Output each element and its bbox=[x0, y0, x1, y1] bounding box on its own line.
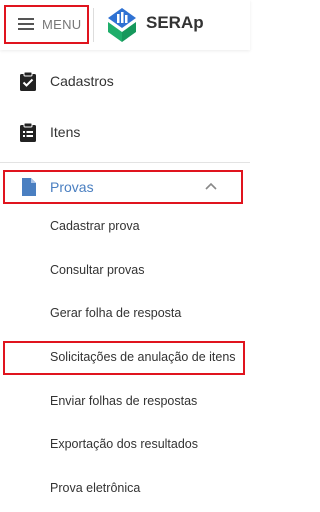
document-icon bbox=[22, 178, 36, 196]
sidebar-item-label: Cadastros bbox=[50, 73, 114, 89]
submenu-item-enviar-folhas[interactable]: Enviar folhas de respostas bbox=[0, 387, 250, 417]
menu-label: MENU bbox=[42, 16, 82, 32]
submenu-item-label: Solicitações de anulação de itens bbox=[50, 350, 236, 364]
submenu-item-prova-eletronica[interactable]: Prova eletrônica bbox=[0, 474, 250, 504]
submenu-item-exportacao-resultados[interactable]: Exportação dos resultados bbox=[0, 430, 250, 460]
submenu-item-label: Exportação dos resultados bbox=[50, 437, 199, 451]
chevron-up-icon[interactable] bbox=[205, 182, 217, 190]
submenu-item-gerar-folha[interactable]: Gerar folha de resposta bbox=[0, 299, 250, 329]
sidebar-item-cadastros[interactable]: Cadastros bbox=[0, 64, 250, 98]
submenu-item-label: Consultar provas bbox=[50, 263, 145, 277]
header-divider bbox=[93, 8, 94, 42]
submenu-item-label: Gerar folha de resposta bbox=[50, 306, 182, 320]
submenu-item-label: Cadastrar prova bbox=[50, 219, 140, 233]
clipboard-check-icon bbox=[20, 71, 36, 91]
submenu-item-solicitacoes-anulacao[interactable]: Solicitações de anulação de itens bbox=[0, 343, 250, 373]
sidebar-item-itens[interactable]: Itens bbox=[0, 115, 250, 149]
section-divider bbox=[0, 162, 250, 163]
top-bar: MENU SERAp bbox=[0, 0, 250, 50]
menu-button[interactable]: MENU bbox=[6, 6, 86, 42]
submenu-item-cadastrar-prova[interactable]: Cadastrar prova bbox=[0, 212, 250, 242]
submenu-item-consultar-provas[interactable]: Consultar provas bbox=[0, 256, 250, 286]
submenu-item-label: Prova eletrônica bbox=[50, 481, 141, 495]
sidebar-item-provas[interactable]: Provas bbox=[0, 170, 250, 204]
hamburger-icon bbox=[18, 18, 34, 30]
clipboard-list-icon bbox=[20, 122, 36, 142]
submenu-item-label: Enviar folhas de respostas bbox=[50, 394, 198, 408]
sidebar-item-label: Itens bbox=[50, 124, 81, 140]
app-title: SERAp bbox=[146, 13, 204, 32]
sidebar-item-label: Provas bbox=[50, 179, 94, 195]
serap-logo-icon bbox=[108, 8, 136, 42]
